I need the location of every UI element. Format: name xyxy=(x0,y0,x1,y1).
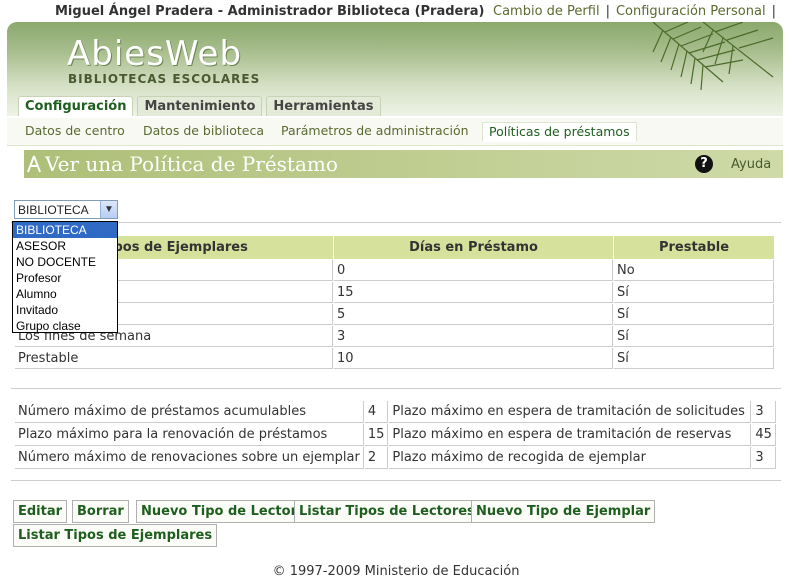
limit-value: 2 xyxy=(364,447,389,469)
page-title: Ver una Política de Préstamo xyxy=(45,152,338,176)
divider xyxy=(11,222,781,223)
option-no-docente[interactable]: NO DOCENTE xyxy=(13,254,117,270)
main-tabs: Configuración Mantenimiento Herramientas xyxy=(18,96,381,116)
editar-button[interactable]: Editar xyxy=(13,500,68,523)
cell-dias: 10 xyxy=(334,348,613,369)
nuevo-tipo-ejemplar-button[interactable]: Nuevo Tipo de Ejemplar xyxy=(471,500,656,523)
pine-branch-icon xyxy=(652,22,774,91)
logo[interactable]: AbiesWeb xyxy=(67,34,242,74)
help-link[interactable]: Ayuda xyxy=(731,157,771,172)
subnav-parametros[interactable]: Parámetros de administración xyxy=(281,123,469,138)
top-links: Cambio de Perfil | Configuración Personal | xyxy=(493,4,776,19)
limit-value: 45 xyxy=(752,424,776,446)
sub-navigation: Datos de centro Datos de biblioteca Pará… xyxy=(7,118,783,146)
personal-config-link[interactable]: Configuración Personal xyxy=(616,4,766,19)
option-biblioteca[interactable]: BIBLIOTECA xyxy=(13,222,117,238)
page-title-bar: Ver una Política de Préstamo xyxy=(24,150,783,178)
dropdown-arrow-icon[interactable]: ▼ xyxy=(100,201,117,218)
table-row: Número máximo de préstamos acumulables 4… xyxy=(15,401,776,423)
table-header-row: Tipos de Ejemplares Días en Préstamo Pre… xyxy=(15,236,774,259)
tab-herramientas[interactable]: Herramientas xyxy=(266,96,381,116)
tab-configuracion[interactable]: Configuración xyxy=(18,96,134,116)
limit-label: Plazo máximo para la renovación de prést… xyxy=(15,424,364,446)
option-invitado[interactable]: Invitado xyxy=(13,302,117,318)
cell-prestable: No xyxy=(614,260,774,281)
limit-value: 3 xyxy=(752,401,776,423)
cell-dias: 15 xyxy=(334,282,613,303)
limit-value: 15 xyxy=(364,424,389,446)
divider xyxy=(11,388,781,389)
abies-logo-icon xyxy=(27,155,41,173)
option-alumno[interactable]: Alumno xyxy=(13,286,117,302)
cell-prestable: Sí xyxy=(614,348,774,369)
policy-table: Tipos de Ejemplares Días en Préstamo Pre… xyxy=(14,235,775,370)
cell-prestable: Sí xyxy=(614,282,774,303)
cell-dias: 5 xyxy=(334,304,613,325)
listar-tipos-lectores-button[interactable]: Listar Tipos de Lectores xyxy=(294,500,480,523)
cell-dias: 3 xyxy=(334,326,613,347)
limit-label: Plazo máximo en espera de tramitación de… xyxy=(389,424,752,446)
cell-prestable: Sí xyxy=(614,326,774,347)
table-row: Prestable 10 Sí xyxy=(15,348,774,369)
help-icon[interactable]: ? xyxy=(695,155,713,173)
profile-change-link[interactable]: Cambio de Perfil xyxy=(493,4,600,19)
tab-mantenimiento[interactable]: Mantenimiento xyxy=(137,96,263,116)
limit-label: Plazo máximo en espera de tramitación de… xyxy=(389,401,752,423)
limit-value: 3 xyxy=(752,447,776,469)
listar-tipos-ejemplares-button[interactable]: Listar Tipos de Ejemplares xyxy=(13,524,218,547)
option-profesor[interactable]: Profesor xyxy=(13,270,117,286)
option-grupo-clase[interactable]: Grupo clase xyxy=(13,318,117,334)
option-asesor[interactable]: ASESOR xyxy=(13,238,117,254)
user-name: Miguel Ángel Pradera - Administrador Bib… xyxy=(55,4,485,19)
column-header-prestable: Prestable xyxy=(614,236,774,259)
top-bar: Miguel Ángel Pradera - Administrador Bib… xyxy=(0,0,792,22)
subnav-datos-centro[interactable]: Datos de centro xyxy=(25,123,125,138)
reader-type-select[interactable]: BIBLIOTECA ▼ xyxy=(14,200,118,219)
cell-tipo: Prestable xyxy=(15,348,333,369)
divider xyxy=(11,480,781,481)
table-row: 5 Sí xyxy=(15,304,774,325)
subnav-politicas[interactable]: Políticas de préstamos xyxy=(482,122,637,142)
subnav-datos-biblioteca[interactable]: Datos de biblioteca xyxy=(143,123,264,138)
table-row: Los fines de semana 3 Sí xyxy=(15,326,774,347)
limit-label: Plazo máximo de recogida de ejemplar xyxy=(389,447,752,469)
limit-label: Número máximo de renovaciones sobre un e… xyxy=(15,447,364,469)
borrar-button[interactable]: Borrar xyxy=(72,500,129,523)
reader-type-value: BIBLIOTECA xyxy=(18,203,89,217)
table-row: 15 Sí xyxy=(15,282,774,303)
cell-dias: 0 xyxy=(334,260,613,281)
table-row: 0 No xyxy=(15,260,774,281)
nuevo-tipo-lector-button[interactable]: Nuevo Tipo de Lector xyxy=(136,500,302,523)
cell-prestable: Sí xyxy=(614,304,774,325)
limits-table: Número máximo de préstamos acumulables 4… xyxy=(14,400,777,470)
table-row: Número máximo de renovaciones sobre un e… xyxy=(15,447,776,469)
logo-subtitle: BIBLIOTECAS ESCOLARES xyxy=(68,72,261,86)
limit-label: Número máximo de préstamos acumulables xyxy=(15,401,364,423)
footer: © 1997-2009 Ministerio de Educación xyxy=(272,564,520,579)
column-header-dias: Días en Préstamo xyxy=(334,236,613,259)
reader-type-options: BIBLIOTECA ASESOR NO DOCENTE Profesor Al… xyxy=(12,221,118,333)
limit-value: 4 xyxy=(364,401,389,423)
table-row: Plazo máximo para la renovación de prést… xyxy=(15,424,776,446)
